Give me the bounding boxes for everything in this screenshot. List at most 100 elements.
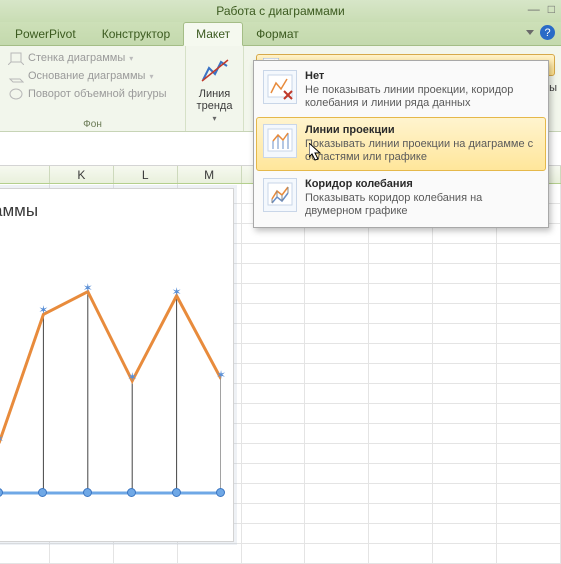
selection-handle[interactable]: ✶: [38, 306, 48, 314]
cell[interactable]: [242, 304, 306, 324]
cell[interactable]: [497, 264, 561, 284]
lines-option-drop-lines[interactable]: Линии проекции Показывать линии проекции…: [256, 117, 546, 171]
cell[interactable]: [305, 484, 369, 504]
cell[interactable]: [369, 364, 433, 384]
cell[interactable]: [305, 464, 369, 484]
cell[interactable]: [242, 504, 306, 524]
tab-constructor[interactable]: Конструктор: [89, 22, 183, 45]
cell[interactable]: [305, 264, 369, 284]
col-header[interactable]: [0, 166, 50, 183]
cell[interactable]: [242, 444, 306, 464]
cell[interactable]: [242, 244, 306, 264]
cell[interactable]: [433, 304, 497, 324]
cell[interactable]: [305, 424, 369, 444]
cell[interactable]: [497, 324, 561, 344]
cell[interactable]: [242, 464, 306, 484]
cell[interactable]: [369, 524, 433, 544]
cell[interactable]: [369, 384, 433, 404]
cell[interactable]: [242, 324, 306, 344]
selection-handle[interactable]: ✶: [83, 284, 93, 292]
minimize-button[interactable]: —: [528, 2, 540, 16]
selection-handle[interactable]: ✶: [216, 371, 226, 379]
cell[interactable]: [242, 264, 306, 284]
cell[interactable]: [369, 424, 433, 444]
cell[interactable]: [242, 364, 306, 384]
cell[interactable]: [369, 484, 433, 504]
cell[interactable]: [305, 404, 369, 424]
cell[interactable]: [497, 544, 561, 564]
cell[interactable]: [369, 284, 433, 304]
lines-option-none[interactable]: Нет Не показывать линии проекции, коридо…: [256, 63, 546, 117]
cell[interactable]: [433, 284, 497, 304]
chart-floor-button[interactable]: Основание диаграммы ▾: [6, 68, 179, 84]
cell[interactable]: [497, 384, 561, 404]
chart-title[interactable]: аммы: [0, 201, 38, 221]
cell[interactable]: [369, 244, 433, 264]
cell[interactable]: [497, 304, 561, 324]
cell[interactable]: [433, 244, 497, 264]
cell[interactable]: [369, 264, 433, 284]
cell[interactable]: [433, 364, 497, 384]
cell[interactable]: [433, 464, 497, 484]
rotate-3d-button[interactable]: Поворот объемной фигуры: [6, 86, 179, 102]
cell[interactable]: [497, 284, 561, 304]
baseline-marker[interactable]: [83, 488, 92, 497]
cell[interactable]: [369, 504, 433, 524]
cell[interactable]: [305, 324, 369, 344]
plot-area[interactable]: ✶✶✶✶✶✶: [0, 275, 221, 493]
cell[interactable]: [242, 524, 306, 544]
cell[interactable]: [433, 324, 497, 344]
selection-handle[interactable]: ✶: [172, 288, 182, 296]
cell[interactable]: [242, 284, 306, 304]
cell[interactable]: [433, 444, 497, 464]
cell[interactable]: [369, 404, 433, 424]
cell[interactable]: [305, 344, 369, 364]
cell[interactable]: [433, 264, 497, 284]
cell[interactable]: [433, 524, 497, 544]
cell[interactable]: [242, 404, 306, 424]
cell[interactable]: [433, 544, 497, 564]
cell[interactable]: [433, 344, 497, 364]
cell[interactable]: [305, 304, 369, 324]
cell[interactable]: [242, 544, 306, 564]
cell[interactable]: [369, 544, 433, 564]
lines-option-high-low[interactable]: Коридор колебания Показывать коридор кол…: [256, 171, 546, 225]
cell[interactable]: [305, 244, 369, 264]
cell[interactable]: [305, 504, 369, 524]
cell[interactable]: [433, 384, 497, 404]
cell[interactable]: [497, 364, 561, 384]
cell[interactable]: [497, 244, 561, 264]
baseline-marker[interactable]: [216, 488, 225, 497]
cell[interactable]: [497, 344, 561, 364]
cell[interactable]: [305, 364, 369, 384]
cell[interactable]: [433, 484, 497, 504]
cell[interactable]: [497, 464, 561, 484]
trendline-button[interactable]: Линия тренда▾: [189, 50, 241, 125]
cell[interactable]: [305, 544, 369, 564]
cell[interactable]: [242, 424, 306, 444]
cell[interactable]: [369, 304, 433, 324]
cell[interactable]: [369, 324, 433, 344]
cell[interactable]: [433, 504, 497, 524]
help-icon[interactable]: ?: [540, 25, 555, 40]
ribbon-minimize-icon[interactable]: [526, 30, 534, 35]
col-header[interactable]: M: [178, 166, 242, 183]
restore-button[interactable]: □: [548, 2, 555, 16]
cell[interactable]: [497, 504, 561, 524]
cell[interactable]: [114, 544, 178, 564]
cell[interactable]: [242, 484, 306, 504]
cell[interactable]: [305, 524, 369, 544]
cell[interactable]: [497, 424, 561, 444]
chart-wall-button[interactable]: Стенка диаграммы ▾: [6, 50, 179, 66]
cell[interactable]: [497, 444, 561, 464]
cell[interactable]: [305, 284, 369, 304]
col-header[interactable]: L: [114, 166, 178, 183]
cell[interactable]: [242, 344, 306, 364]
selection-handle[interactable]: ✶: [127, 373, 137, 381]
cell[interactable]: [497, 484, 561, 504]
cell[interactable]: [433, 424, 497, 444]
cell[interactable]: [497, 524, 561, 544]
tab-powerpivot[interactable]: PowerPivot: [2, 22, 89, 45]
chart-object[interactable]: аммы ✶✶✶✶✶✶: [0, 188, 234, 542]
cell[interactable]: [0, 544, 50, 564]
